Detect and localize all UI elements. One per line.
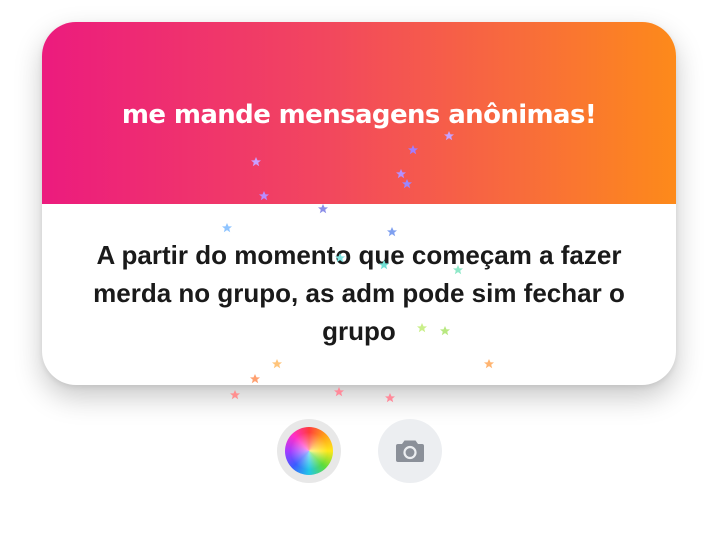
color-wheel-icon [285,427,333,475]
camera-button[interactable] [378,419,442,483]
message-card: me mande mensagens anônimas! A partir do… [42,22,676,385]
color-picker-button[interactable] [277,419,341,483]
stage: me mande mensagens anônimas! A partir do… [0,0,720,539]
header-title: me mande mensagens anônimas! [121,100,597,130]
card-body: A partir do momento que começam a fazer … [42,204,676,385]
card-header: me mande mensagens anônimas! [42,22,676,204]
camera-icon [396,440,424,462]
message-text: A partir do momento que começam a fazer … [93,240,625,346]
